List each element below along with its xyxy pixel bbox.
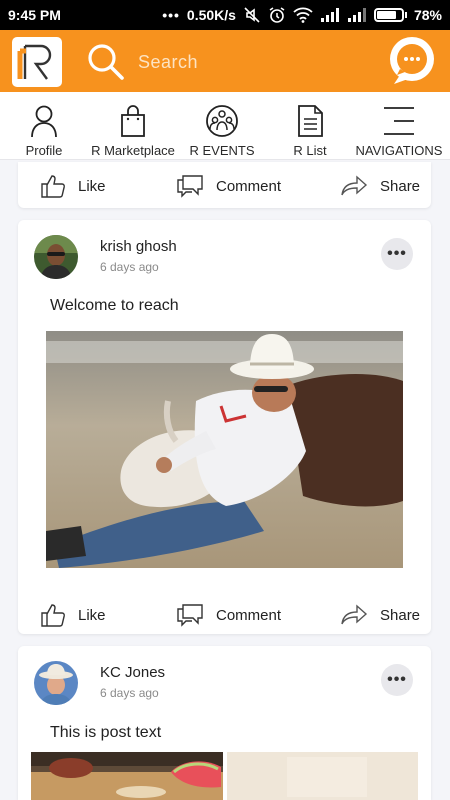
- logo-icon: [17, 44, 52, 80]
- main-nav: Profile R Marketplace R EVENTS R List NA…: [0, 92, 450, 160]
- comment-button[interactable]: Comment: [176, 166, 281, 206]
- document-icon: [298, 105, 323, 137]
- app-logo[interactable]: [12, 37, 62, 87]
- post-image[interactable]: [46, 331, 403, 568]
- post-card: KC Jones 6 days ago ••• This is post tex…: [18, 646, 431, 800]
- post-timestamp: 6 days ago: [100, 260, 159, 274]
- chat-bubble-icon[interactable]: [386, 35, 438, 87]
- signal-icon: [347, 8, 366, 22]
- nav-item-navigations[interactable]: NAVIGATIONS: [354, 92, 444, 160]
- nav-item-label: R List: [293, 143, 327, 158]
- network-speed: 0.50K/s: [186, 7, 236, 23]
- comment-icon: [177, 604, 203, 627]
- thumbs-up-icon: [41, 604, 65, 627]
- battery-percent: 78%: [413, 7, 442, 23]
- group-icon: [206, 105, 238, 137]
- post-image[interactable]: [227, 752, 418, 800]
- post-actions: Like Comment Share: [18, 166, 431, 206]
- comment-icon: [177, 175, 203, 198]
- battery-icon: [373, 8, 407, 22]
- comment-button[interactable]: Comment: [176, 595, 281, 635]
- status-time: 9:45 PM: [8, 7, 61, 23]
- avatar-photo: [34, 661, 78, 705]
- post-text: Welcome to reach: [50, 297, 179, 314]
- person-icon: [31, 105, 57, 138]
- alarm-icon: [269, 7, 285, 23]
- more-dots-icon: •••: [162, 7, 180, 23]
- shopping-bag-icon: [121, 105, 145, 137]
- like-button[interactable]: Like: [40, 166, 106, 206]
- wifi-icon: [293, 7, 313, 23]
- like-button[interactable]: Like: [40, 595, 106, 635]
- avatar[interactable]: [34, 235, 78, 279]
- share-icon: [341, 175, 368, 196]
- status-icons: ••• 0.50K/s 78%: [162, 6, 442, 24]
- post-image[interactable]: [31, 752, 223, 800]
- post-actions: Like Comment Share: [18, 595, 431, 635]
- avatar-photo: [34, 235, 78, 279]
- post-timestamp: 6 days ago: [100, 686, 159, 700]
- nav-item-label: R Marketplace: [91, 143, 175, 158]
- mute-icon: [244, 7, 260, 23]
- post-card-partial: Like Comment Share: [18, 162, 431, 208]
- nav-item-label: NAVIGATIONS: [355, 143, 443, 158]
- post-author[interactable]: KC Jones: [100, 664, 165, 681]
- search-input[interactable]: Search: [138, 52, 198, 73]
- more-options-button[interactable]: •••: [381, 238, 413, 270]
- share-icon: [341, 604, 368, 625]
- more-options-button[interactable]: •••: [381, 664, 413, 696]
- search-icon[interactable]: [86, 42, 126, 82]
- post-card: krish ghosh 6 days ago ••• Welcome to re…: [18, 220, 431, 634]
- nav-item-events[interactable]: R EVENTS: [188, 92, 256, 160]
- post-author[interactable]: krish ghosh: [100, 238, 177, 255]
- nav-item-profile[interactable]: Profile: [14, 92, 74, 160]
- nav-item-label: R EVENTS: [189, 143, 255, 158]
- signal-icon: [320, 8, 339, 22]
- nav-item-list[interactable]: R List: [284, 92, 336, 160]
- post-text: This is post text: [50, 724, 162, 741]
- share-button[interactable]: Share: [340, 166, 420, 206]
- avatar[interactable]: [34, 661, 78, 705]
- nav-item-label: Profile: [25, 143, 63, 158]
- menu-icon: [384, 107, 414, 135]
- nav-item-marketplace[interactable]: R Marketplace: [88, 92, 178, 160]
- app-header: Search: [0, 30, 450, 92]
- status-bar: 9:45 PM ••• 0.50K/s 78%: [0, 0, 450, 30]
- thumbs-up-icon: [41, 175, 65, 198]
- share-button[interactable]: Share: [340, 595, 420, 635]
